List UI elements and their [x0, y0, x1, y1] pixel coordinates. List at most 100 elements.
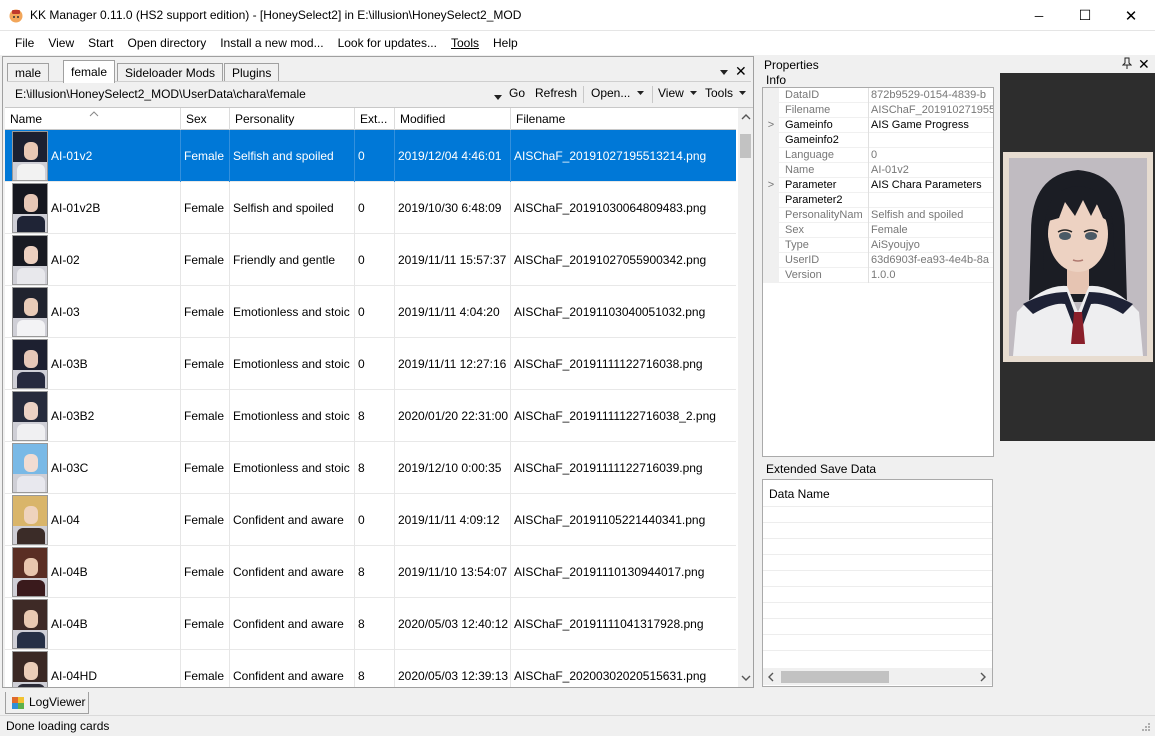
minimize-button[interactable]: ─ — [1016, 0, 1062, 31]
table-row[interactable]: AI-02 Female Friendly and gentle 0 2019/11/1… — [5, 234, 736, 286]
data-name-header[interactable]: Data Name — [769, 487, 830, 501]
property-name: DataID — [785, 88, 869, 103]
property-value: 1.0.0 — [871, 269, 896, 281]
logviewer-icon — [12, 697, 24, 709]
property-row[interactable]: PersonalityNam Selfish and spoiled — [763, 208, 993, 223]
path-dropdown-icon[interactable] — [494, 90, 502, 104]
cell-filename: AISChaF_20191111122716039.png — [514, 461, 703, 475]
property-row[interactable]: DataID 872b9529-0154-4839-b — [763, 88, 993, 103]
expand-icon[interactable]: > — [763, 178, 779, 193]
table-row[interactable]: AI-01v2 Female Selfish and spoiled 0 2019/12… — [5, 130, 736, 182]
tab-sideloader-mods[interactable]: Sideloader Mods — [117, 63, 224, 82]
properties-close-icon[interactable]: ✕ — [1138, 56, 1150, 73]
open-button[interactable]: Open... — [591, 86, 645, 100]
table-row[interactable]: AI-03B2 Female Emotionless and stoic 8 2020/… — [5, 390, 736, 442]
property-row[interactable]: > Parameter AIS Chara Parameters — [763, 178, 993, 193]
menu-view[interactable]: View — [41, 32, 81, 54]
property-row[interactable]: FilenameAISChaF_20191027195513214 — [763, 103, 993, 118]
property-row[interactable]: > Gameinfo AIS Game Progress — [763, 118, 993, 133]
property-row[interactable]: Type AiSyoujyo — [763, 238, 993, 253]
cell-sex: Female — [181, 598, 230, 650]
menu-tools[interactable]: Tools — [444, 32, 486, 54]
card-preview-image — [1003, 152, 1153, 362]
table-row[interactable]: AI-01v2B Female Selfish and spoiled 0 2019/1… — [5, 182, 736, 234]
h-scroll-thumb[interactable] — [781, 671, 889, 683]
menu-start[interactable]: Start — [81, 32, 120, 54]
property-row[interactable]: Sex Female — [763, 223, 993, 238]
property-row[interactable]: Parameter2 — [763, 193, 993, 208]
app-icon — [8, 7, 24, 23]
column-modified[interactable]: Modified — [395, 108, 511, 130]
logviewer-tab[interactable]: LogViewer — [5, 692, 89, 714]
menu-help[interactable]: Help — [486, 32, 525, 54]
table-row[interactable]: AI-03C Female Emotionless and stoic 8 2019/1… — [5, 442, 736, 494]
scroll-right-icon[interactable] — [979, 672, 987, 682]
property-name: Name — [785, 163, 869, 178]
go-button[interactable]: Go — [509, 86, 525, 100]
info-group: Info DataID 872b9529-0154-4839-b Filename A… — [760, 73, 996, 459]
scroll-thumb[interactable] — [740, 134, 751, 158]
cell-personality: Friendly and gentle — [230, 234, 355, 286]
property-row[interactable]: Language 0 — [763, 148, 993, 163]
column-ext[interactable]: Ext... — [355, 108, 395, 130]
tab-male[interactable]: male — [7, 63, 50, 82]
tab-plugins[interactable]: Plugins — [224, 63, 280, 82]
horizontal-scrollbar[interactable] — [763, 668, 992, 685]
column-sex[interactable]: Sex — [181, 108, 230, 130]
path-input[interactable]: E:\illusion\HoneySelect2_MOD\UserData\ch… — [15, 87, 306, 101]
refresh-button[interactable]: Refresh — [535, 86, 577, 100]
menu-open-directory[interactable]: Open directory — [120, 32, 213, 54]
properties-title: Properties — [764, 58, 819, 72]
property-gutter — [763, 88, 779, 103]
cell-modified: 2019/11/11 12:27:16 — [395, 338, 511, 390]
vertical-scrollbar[interactable] — [738, 108, 753, 687]
tools-button[interactable]: Tools — [705, 86, 747, 100]
table-row[interactable]: AI-04 Female Confident and aware 0 2019/11/1… — [5, 494, 736, 546]
scroll-left-icon[interactable] — [767, 672, 775, 682]
cell-ext: 0 — [355, 338, 395, 390]
cell-name: AI-04HD — [5, 650, 181, 687]
card-name: AI-04HD — [51, 669, 98, 683]
cell-modified: 2020/05/03 12:39:13 — [395, 650, 511, 687]
cell-modified: 2019/10/30 6:48:09 — [395, 182, 511, 234]
close-button[interactable]: ✕ — [1108, 0, 1154, 31]
table-row[interactable]: AI-04B Female Confident and aware 8 2019/11/… — [5, 546, 736, 598]
resize-grip-icon[interactable] — [1141, 722, 1151, 732]
cell-sex: Female — [181, 442, 230, 494]
card-thumbnail — [12, 651, 48, 687]
property-gutter — [763, 133, 779, 148]
cell-filename: AISChaF_20191105221440341.png — [514, 513, 706, 527]
table-row[interactable]: AI-03B Female Emotionless and stoic 0 2019/1… — [5, 338, 736, 390]
property-name: UserID — [785, 253, 869, 268]
column-filename[interactable]: Filename — [511, 108, 736, 130]
menu-look-for-updates[interactable]: Look for updates... — [331, 32, 444, 54]
column-personality[interactable]: Personality — [230, 108, 355, 130]
pin-icon[interactable] — [1121, 57, 1133, 72]
table-row[interactable]: AI-04HD Female Confident and aware 8 2020/05… — [5, 650, 736, 687]
expand-icon[interactable]: > — [763, 118, 779, 133]
scroll-up-icon[interactable] — [741, 113, 751, 121]
cell-modified: 2019/11/11 15:57:37 — [395, 234, 511, 286]
cell-sex: Female — [181, 494, 230, 546]
tab-female[interactable]: female — [63, 60, 116, 83]
menu-file[interactable]: File — [8, 32, 41, 54]
property-row[interactable]: Gameinfo2 — [763, 133, 993, 148]
cell-sex: Female — [181, 182, 230, 234]
cell-name: AI-03B2 — [5, 390, 181, 442]
card-name: AI-04B — [51, 565, 88, 579]
view-button[interactable]: View — [658, 86, 698, 100]
card-name: AI-01v2B — [51, 201, 101, 215]
property-row[interactable]: UserID 63d6903f-ea93-4e4b-8a — [763, 253, 993, 268]
property-row[interactable]: Name AI-01v2 — [763, 163, 993, 178]
cell-modified: 2020/01/20 22:31:00 — [395, 390, 511, 442]
tab-list-dropdown[interactable] — [719, 66, 729, 76]
cell-name: AI-03C — [5, 442, 181, 494]
scroll-down-icon[interactable] — [741, 674, 751, 682]
toolbar-separator — [652, 86, 653, 103]
table-row[interactable]: AI-04B Female Confident and aware 8 2020/05/… — [5, 598, 736, 650]
menu-install-mod[interactable]: Install a new mod... — [213, 32, 330, 54]
tab-close-icon[interactable]: ✕ — [735, 63, 747, 80]
table-row[interactable]: AI-03 Female Emotionless and stoic 0 2019/11… — [5, 286, 736, 338]
maximize-button[interactable]: ☐ — [1062, 0, 1108, 31]
property-row[interactable]: Version 1.0.0 — [763, 268, 993, 283]
